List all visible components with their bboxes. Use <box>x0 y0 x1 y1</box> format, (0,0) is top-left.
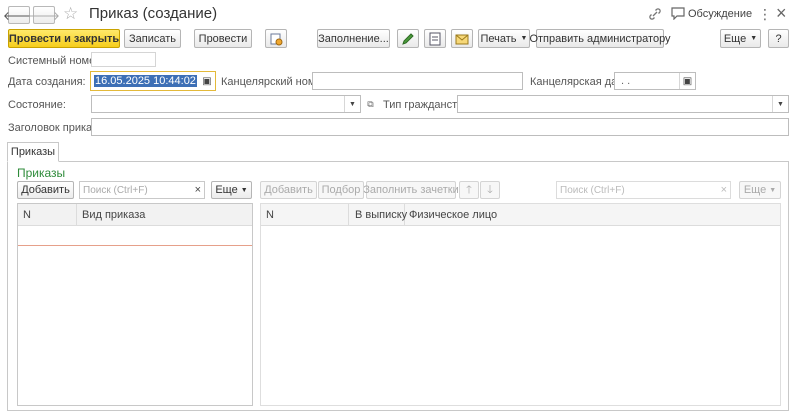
arrow-down-icon: 🡓 <box>487 183 493 196</box>
right-col-n[interactable]: N <box>266 209 274 221</box>
help-button[interactable]: ? <box>768 29 789 48</box>
print-label: Печать <box>480 32 517 45</box>
state-field[interactable]: ▼ <box>91 95 361 113</box>
right-col-extract[interactable]: В выписку <box>355 209 407 221</box>
right-more-label: Еще <box>743 184 767 196</box>
close-icon[interactable]: × <box>776 3 787 24</box>
left-more-label: Еще <box>215 184 238 196</box>
column-divider <box>348 204 349 226</box>
right-col-person[interactable]: Физическое лицо <box>409 209 497 221</box>
more-label: Еще <box>723 32 747 45</box>
discussion-link[interactable]: Обсуждение <box>688 8 752 20</box>
arrow-up-icon: 🡑 <box>466 183 472 196</box>
citizenship-field[interactable]: ▼ <box>457 95 789 113</box>
system-number-field <box>91 52 156 67</box>
left-grid[interactable]: N Вид приказа <box>17 203 253 406</box>
orders-section-title: Приказы <box>17 166 66 180</box>
more-button[interactable]: Еще ▼ <box>720 29 761 48</box>
created-date-value: 16.05.2025 10:44:02 <box>94 75 197 87</box>
clear-icon[interactable]: × <box>721 184 727 196</box>
right-grid[interactable]: N В выписку Физическое лицо <box>260 203 781 406</box>
pencil-icon <box>402 32 414 45</box>
left-search-input[interactable]: Поиск (Ctrl+F) × <box>79 181 205 199</box>
mail-button[interactable] <box>451 29 473 48</box>
chevron-down-icon[interactable]: ▼ <box>772 96 788 112</box>
post-button[interactable]: Провести <box>194 29 252 48</box>
fill-button[interactable]: Заполнение... <box>317 29 390 48</box>
calendar-icon[interactable]: ▣ <box>199 72 215 90</box>
save-button[interactable]: Записать <box>124 29 181 48</box>
open-link-icon[interactable]: ⧉ <box>364 96 377 112</box>
left-search-placeholder: Поиск (Ctrl+F) <box>83 184 148 196</box>
chevron-down-icon[interactable]: ▼ <box>344 96 360 112</box>
discussion-icon <box>671 7 685 21</box>
column-divider <box>76 204 77 226</box>
right-search-input[interactable]: Поиск (Ctrl+F) × <box>556 181 731 199</box>
order-header-field[interactable] <box>91 118 789 136</box>
chevron-down-icon: ▼ <box>240 186 248 194</box>
current-row-marker <box>18 245 252 246</box>
document-button[interactable] <box>424 29 446 48</box>
left-add-button[interactable]: Добавить <box>17 181 74 199</box>
left-col-n[interactable]: N <box>23 209 31 221</box>
right-select-button[interactable]: Подбор <box>318 181 364 199</box>
right-grid-header <box>261 204 780 226</box>
chevron-down-icon: ▼ <box>750 35 758 42</box>
chevron-down-icon: ▼ <box>769 186 777 194</box>
favorite-star-icon[interactable]: ☆ <box>63 4 78 24</box>
right-more-button[interactable]: Еще ▼ <box>739 181 781 199</box>
move-up-button[interactable]: 🡑 <box>459 181 479 199</box>
created-date-label: Дата создания: <box>8 76 86 88</box>
left-more-button[interactable]: Еще ▼ <box>211 181 252 199</box>
print-button[interactable]: Печать ▼ <box>478 29 530 48</box>
office-number-field[interactable] <box>312 72 523 90</box>
forward-button[interactable]: 🡒 <box>28 6 60 24</box>
page-title: Приказ (создание) <box>89 5 218 22</box>
structure-icon <box>270 33 283 45</box>
envelope-icon <box>455 34 469 44</box>
right-search-placeholder: Поиск (Ctrl+F) <box>560 184 625 196</box>
more-menu-icon[interactable]: ⋮ <box>758 6 772 23</box>
document-icon <box>429 32 441 45</box>
office-date-value: . . <box>621 75 631 87</box>
fill-records-button[interactable]: Заполнить зачетки <box>363 181 459 199</box>
system-number-label: Системный номер: <box>8 55 105 67</box>
arrow-right-icon: 🡒 <box>27 8 61 23</box>
send-admin-button[interactable]: Отправить администратору <box>529 29 671 48</box>
link-icon[interactable] <box>648 7 662 21</box>
created-date-field[interactable]: 16.05.2025 10:44:02 ▣ <box>90 71 216 91</box>
move-down-button[interactable]: 🡓 <box>480 181 500 199</box>
tab-orders[interactable]: Приказы <box>7 142 59 162</box>
calendar-icon[interactable]: ▣ <box>679 73 695 89</box>
office-date-field[interactable]: . . ▣ <box>614 72 696 90</box>
state-label: Состояние: <box>8 99 66 111</box>
structure-button[interactable] <box>265 29 287 48</box>
chevron-down-icon: ▼ <box>520 35 528 42</box>
back-button[interactable]: 🡐 <box>3 6 35 24</box>
edit-button[interactable] <box>397 29 419 48</box>
clear-icon[interactable]: × <box>195 184 201 196</box>
post-and-close-button[interactable]: Провести и закрыть <box>8 29 120 48</box>
left-col-order-type[interactable]: Вид приказа <box>82 209 145 221</box>
right-add-button[interactable]: Добавить <box>260 181 317 199</box>
